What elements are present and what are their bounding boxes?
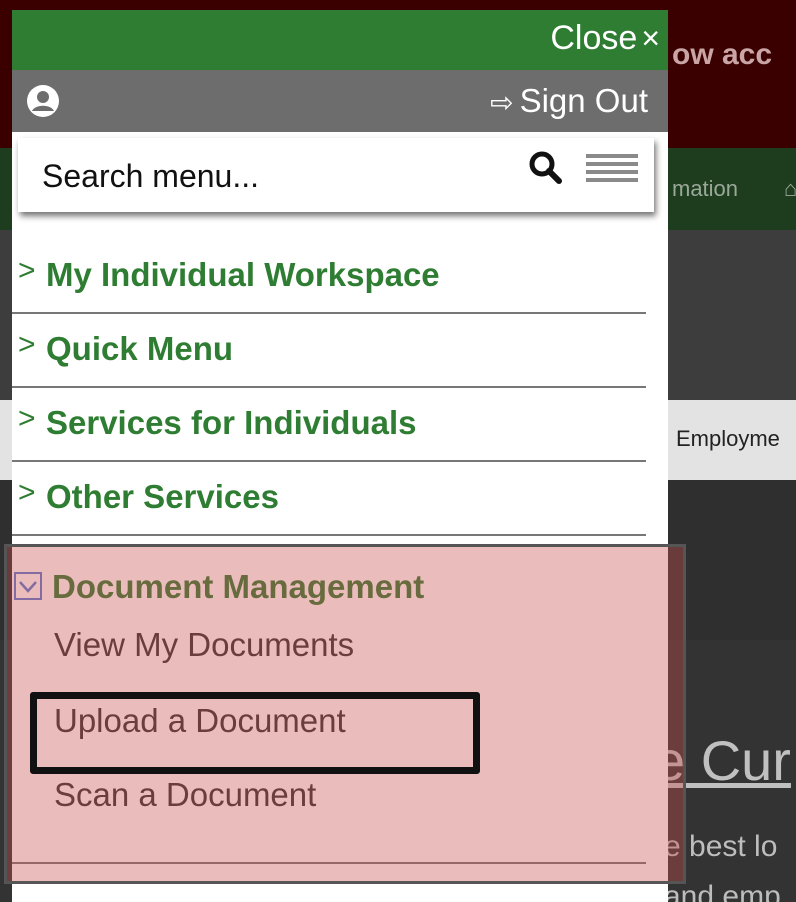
search-box xyxy=(18,138,654,212)
divider xyxy=(12,862,646,864)
close-label: Close xyxy=(550,19,638,57)
submenu-item-view-my-documents[interactable]: View My Documents xyxy=(54,626,354,664)
background-body-line: and emp xyxy=(664,880,781,902)
chevron-right-icon: > xyxy=(18,328,36,361)
search-menu-input[interactable] xyxy=(40,152,514,200)
menu-item-label: Quick Menu xyxy=(46,330,234,367)
side-menu: Close× ⇨Sign Out > My Individual Workspa… xyxy=(12,10,668,902)
user-circle-icon[interactable] xyxy=(26,84,60,118)
chevron-right-icon: > xyxy=(18,476,36,509)
background-nav-text: mation xyxy=(672,176,739,201)
background-banner-text: ow acc xyxy=(672,38,773,71)
close-bar: Close × xyxy=(12,10,668,70)
menu-item-document-management[interactable]: Document Management xyxy=(12,558,652,618)
menu-item-my-individual-workspace[interactable]: > My Individual Workspace xyxy=(12,240,646,314)
menu-item-label: Services for Individuals xyxy=(46,404,417,441)
background-heading: e Cur xyxy=(654,729,791,792)
hamburger-icon[interactable] xyxy=(586,152,638,190)
sign-out-button[interactable]: ⇨ Sign Out xyxy=(490,82,648,120)
sign-out-icon: ⇨ xyxy=(490,87,514,118)
background-nav-icon: ⌂ xyxy=(784,176,796,201)
document-management-label: Document Management xyxy=(52,568,425,605)
submenu-item-scan-a-document[interactable]: Scan a Document xyxy=(54,776,316,814)
menu-item-label: My Individual Workspace xyxy=(46,256,440,293)
close-button[interactable]: Close × xyxy=(550,19,660,58)
close-icon: × xyxy=(641,20,660,56)
user-bar: ⇨ Sign Out xyxy=(12,70,668,132)
menu-item-label: Other Services xyxy=(46,478,279,515)
background-tab-text: Employme xyxy=(676,426,780,451)
chevron-right-icon: > xyxy=(18,254,36,287)
search-icon[interactable] xyxy=(526,148,566,188)
sign-out-label: Sign Out xyxy=(519,82,648,119)
submenu-item-upload-a-document[interactable]: Upload a Document xyxy=(54,702,346,740)
menu-item-quick-menu[interactable]: > Quick Menu xyxy=(12,314,646,388)
menu-item-other-services[interactable]: > Other Services xyxy=(12,462,646,536)
background-body-line: e best lo xyxy=(664,830,778,863)
menu-item-services-for-individuals[interactable]: > Services for Individuals xyxy=(12,388,646,462)
chevron-right-icon: > xyxy=(18,402,36,435)
chevron-down-icon xyxy=(14,572,42,600)
